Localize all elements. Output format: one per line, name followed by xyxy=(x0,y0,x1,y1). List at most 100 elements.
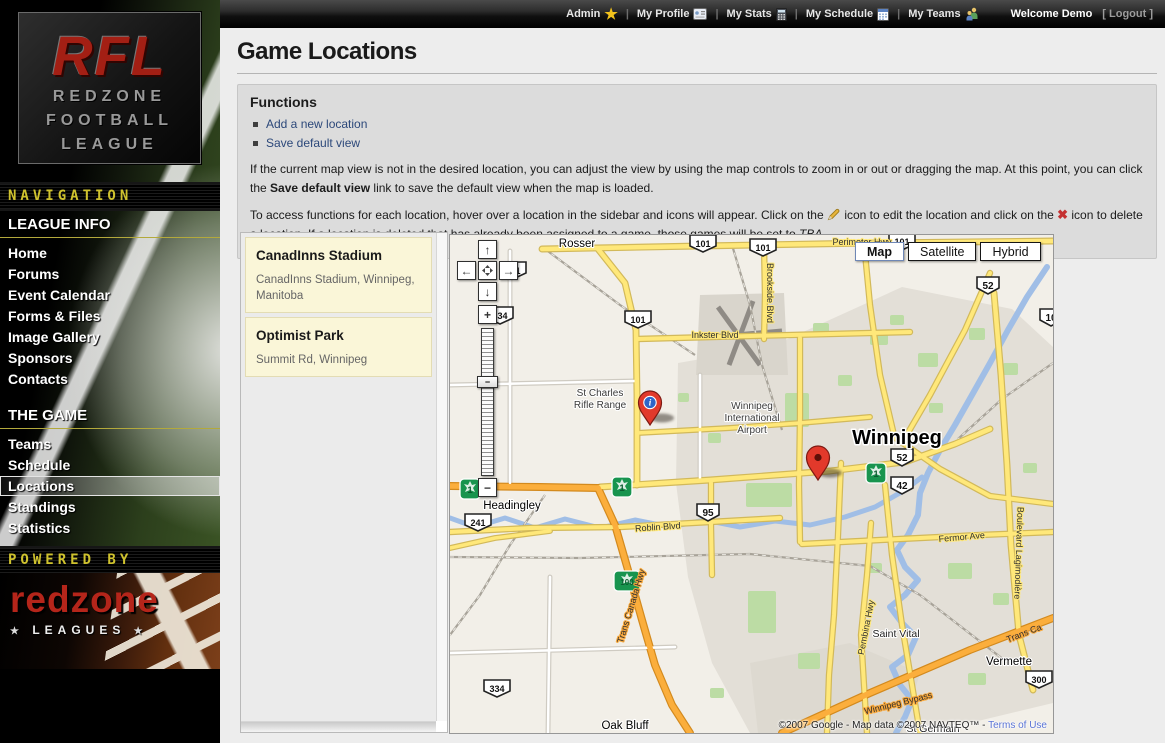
svg-text:101: 101 xyxy=(630,315,645,325)
sidebar-item-contacts[interactable]: Contacts xyxy=(0,369,220,389)
para1-bold: Save default view xyxy=(270,181,370,195)
topbar-my-profile-link[interactable]: My Profile xyxy=(637,8,708,20)
location-name: Optimist Park xyxy=(256,328,421,343)
svg-text:1: 1 xyxy=(467,485,473,496)
svg-text:Saint Vital: Saint Vital xyxy=(872,628,919,640)
league-info-list: Home Forums Event Calendar Forms & Files… xyxy=(0,243,220,389)
main-content: Game Locations Functions Add a new locat… xyxy=(220,28,1165,743)
brand-subtitle-text: LEAGUES xyxy=(32,623,125,637)
terms-of-use-link[interactable]: Terms of Use xyxy=(988,720,1047,731)
calendar-icon xyxy=(877,8,889,21)
my-schedule-label: My Schedule xyxy=(806,8,873,20)
map-label: Oak Bluff xyxy=(601,720,649,732)
separator: | xyxy=(795,8,798,20)
map-label: Rifle Range xyxy=(574,400,627,411)
map-type-map-button[interactable]: Map xyxy=(855,242,904,261)
logo-line1: REDZONE xyxy=(19,85,200,109)
map-park xyxy=(1023,463,1037,473)
sidebar-item-image-gallery[interactable]: Image Gallery xyxy=(0,327,220,347)
topbar-my-stats-link[interactable]: My Stats xyxy=(727,8,787,21)
admin-star-icon: ★ xyxy=(604,7,617,22)
map-park xyxy=(678,393,689,402)
topbar: Admin ★ | My Profile | My Stats | My Sch… xyxy=(220,0,1165,28)
zoom-in-button[interactable]: + xyxy=(478,305,497,324)
svg-text:334: 334 xyxy=(489,684,504,694)
zoom-slider-handle[interactable]: − xyxy=(477,376,498,388)
zoom-slider-track[interactable] xyxy=(481,328,494,476)
vertical-scrollbar[interactable] xyxy=(436,233,447,721)
pan-right-button[interactable]: → xyxy=(499,261,518,280)
locations-sidebar-panel: CanadInns Stadium CanadInns Stadium, Win… xyxy=(240,232,448,733)
svg-text:Rifle Range: Rifle Range xyxy=(574,400,627,411)
sidebar-item-teams[interactable]: Teams xyxy=(0,434,220,454)
svg-text:Inkster Blvd: Inkster Blvd xyxy=(691,330,738,340)
my-stats-label: My Stats xyxy=(727,8,772,20)
separator: | xyxy=(715,8,718,20)
map-label: Brookside Blvd xyxy=(765,263,775,323)
svg-text:Rosser: Rosser xyxy=(559,238,596,250)
save-default-view-link[interactable]: Save default view xyxy=(266,136,360,150)
add-location-link[interactable]: Add a new location xyxy=(266,117,367,131)
sidebar-nav: LEAGUE INFO Home Forums Event Calendar F… xyxy=(0,210,220,550)
bullet-square-icon xyxy=(253,122,258,127)
list-item: Save default view xyxy=(250,136,1144,150)
location-card-optimist[interactable]: Optimist Park Summit Rd, Winnipeg xyxy=(245,317,432,377)
separator: | xyxy=(897,8,900,20)
sidebar-item-locations[interactable]: Locations xyxy=(0,476,220,496)
zoom-out-button[interactable]: − xyxy=(478,478,497,497)
map-park xyxy=(746,483,792,507)
map-park xyxy=(929,403,943,413)
svg-text:Brookside Blvd: Brookside Blvd xyxy=(765,263,775,323)
logout-button[interactable]: [ Logout ] xyxy=(1102,8,1153,20)
sidebar-item-home[interactable]: Home xyxy=(0,243,220,263)
pan-left-button[interactable]: ← xyxy=(457,261,476,280)
pan-down-button[interactable]: ↓ xyxy=(478,282,497,301)
location-address: Summit Rd, Winnipeg xyxy=(256,352,421,368)
sidebar-item-schedule[interactable]: Schedule xyxy=(0,455,220,475)
map-park xyxy=(710,688,724,698)
topbar-my-teams-link[interactable]: My Teams xyxy=(908,7,978,21)
map-container: 1011011011012213343342415252429530010111… xyxy=(450,235,1053,733)
sidebar-item-forms-files[interactable]: Forms & Files xyxy=(0,306,220,326)
svg-text:42: 42 xyxy=(896,481,908,492)
map-label: Winnipeg xyxy=(852,427,942,449)
map-label: Saint Vital xyxy=(872,628,919,640)
trans-canada-shield: 1 xyxy=(460,479,480,499)
league-logo: RFL REDZONE FOOTBALL LEAGUE xyxy=(18,12,201,164)
location-card-canadinns[interactable]: CanadInns Stadium CanadInns Stadium, Win… xyxy=(245,237,432,313)
map-park xyxy=(798,653,820,669)
redzone-leagues-logo: redzone ★ LEAGUES ★ xyxy=(0,573,220,669)
topbar-my-schedule-link[interactable]: My Schedule xyxy=(806,8,889,21)
sidebar-item-standings[interactable]: Standings xyxy=(0,497,220,517)
sidebar-item-event-calendar[interactable]: Event Calendar xyxy=(0,285,220,305)
sidebar-item-forums[interactable]: Forums xyxy=(0,264,220,284)
para1-text-end: link to save the default view when the m… xyxy=(370,181,654,195)
the-game-list: Teams Schedule Locations Standings Stati… xyxy=(0,434,220,538)
pan-center-button[interactable] xyxy=(478,261,497,280)
trans-canada-shield: 1 xyxy=(612,477,632,497)
sidebar-item-sponsors[interactable]: Sponsors xyxy=(0,348,220,368)
topbar-admin-link[interactable]: Admin ★ xyxy=(566,7,618,22)
sidebar-item-statistics[interactable]: Statistics xyxy=(0,518,220,538)
svg-text:1: 1 xyxy=(873,469,879,480)
svg-text:Vermette: Vermette xyxy=(986,656,1032,668)
horizontal-scrollbar[interactable] xyxy=(241,721,436,732)
svg-text:101: 101 xyxy=(695,239,710,249)
edit-pencil-icon xyxy=(827,208,841,221)
map-park xyxy=(748,591,776,633)
map-park xyxy=(969,328,985,340)
location-address: CanadInns Stadium, Winnipeg, Manitoba xyxy=(256,272,421,304)
svg-text:Winnipeg: Winnipeg xyxy=(852,427,942,449)
map-label: St Charles xyxy=(577,388,624,399)
map-label: Rosser xyxy=(559,238,596,250)
logo-line3: LEAGUE xyxy=(19,133,200,157)
pan-up-button[interactable]: ↑ xyxy=(478,240,497,259)
map-type-satellite-button[interactable]: Satellite xyxy=(908,242,976,261)
delete-x-icon: ✖ xyxy=(1057,207,1068,222)
copyright-text: ©2007 Google - Map data ©2007 NAVTEQ™ - xyxy=(779,720,988,731)
map-canvas[interactable]: 1011011011012213343342415252429530010111… xyxy=(450,235,1053,733)
id-card-icon xyxy=(693,8,707,20)
map-park xyxy=(918,353,938,367)
separator: | xyxy=(626,8,629,20)
map-type-hybrid-button[interactable]: Hybrid xyxy=(980,242,1040,261)
